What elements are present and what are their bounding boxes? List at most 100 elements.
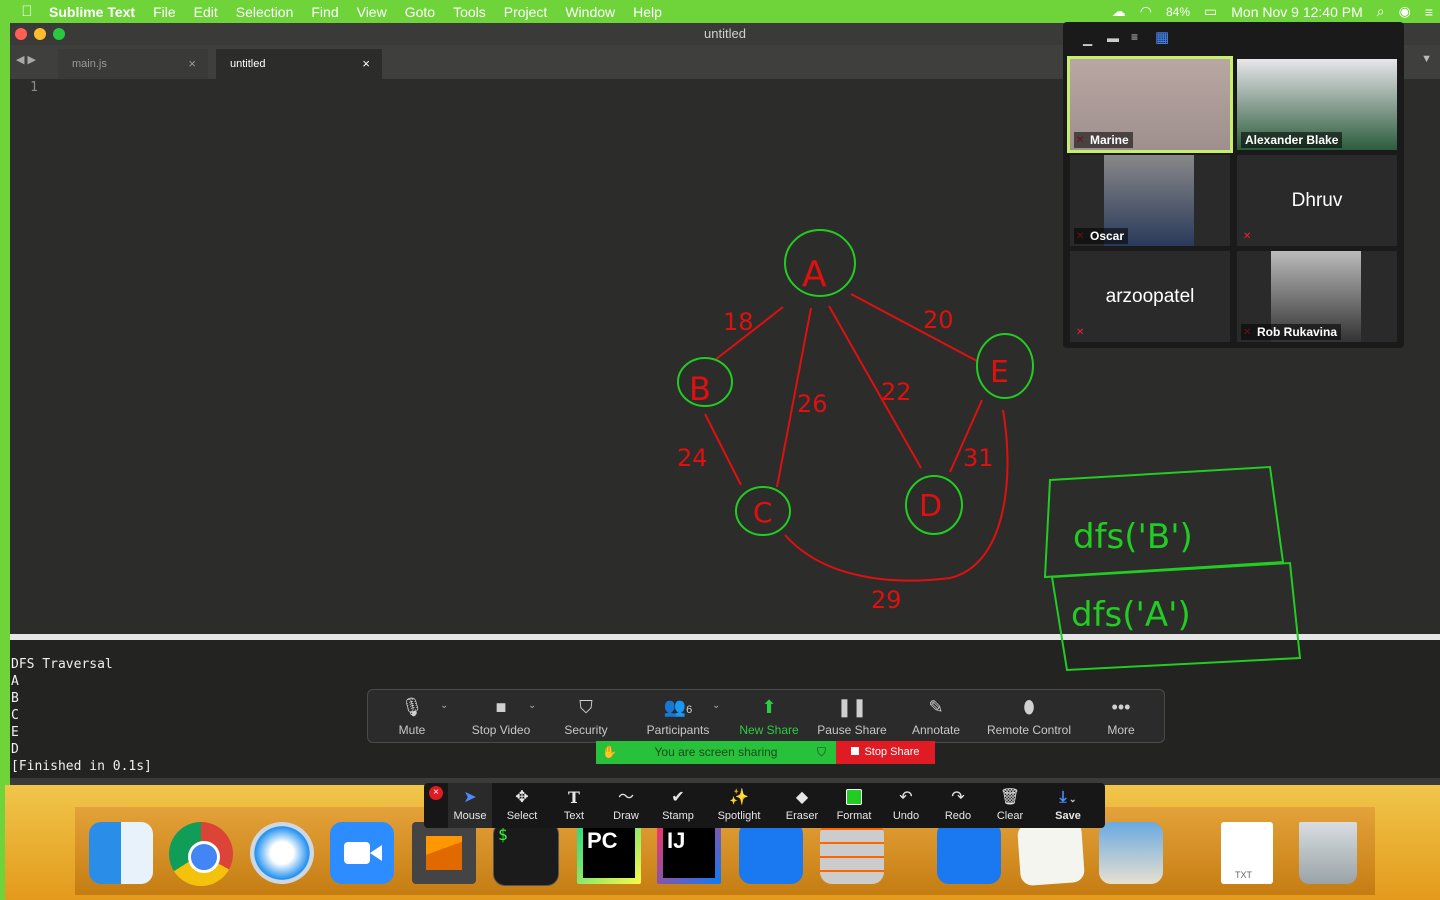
draw-tool-button[interactable]: 〜 Draw — [604, 783, 648, 828]
participant-name: Rob Rukavina — [1241, 324, 1342, 340]
sharing-status-text: You are screen sharing — [654, 745, 778, 759]
pencil-icon: ✎ — [928, 697, 944, 717]
new-share-button[interactable]: ⬆ New Share — [734, 690, 804, 742]
format-tool-button[interactable]: Format — [832, 783, 876, 828]
participants-icon: 👥6 — [663, 697, 693, 717]
weight-c-e: 29 — [871, 586, 902, 614]
stop-video-label: Stop Video — [471, 723, 531, 737]
weight-b-c: 24 — [677, 444, 708, 472]
participant-tile-dhruv[interactable]: Dhruv ✕ — [1237, 155, 1397, 246]
annotate-label: Annotate — [911, 723, 961, 737]
annotate-button[interactable]: ✎ Annotate — [906, 690, 966, 742]
stop-icon — [851, 747, 860, 755]
gallery-view-icon[interactable]: ▦ — [1155, 28, 1169, 46]
draw-tool-label: Draw — [613, 810, 639, 822]
participant-tile-marine[interactable]: ✕ Marine — [1067, 56, 1233, 153]
text-tool-button[interactable]: T Text — [552, 783, 596, 828]
color-swatch-icon — [832, 789, 876, 807]
mouse-tool-button[interactable]: ➤ Mouse — [448, 783, 492, 828]
save-label: Save — [1055, 810, 1081, 822]
cursor-icon: ➤ — [463, 789, 477, 806]
participants-button[interactable]: 👥6 Participants — [638, 690, 718, 742]
participant-name: Dhruv — [1291, 189, 1343, 211]
participant-name: Alexander Blake — [1241, 132, 1343, 148]
audio-options-chevron-icon[interactable]: ⌄ — [440, 700, 448, 711]
participant-name: arzoopatel — [1105, 285, 1195, 307]
clear-button[interactable]: 🗑 Clear — [988, 783, 1032, 828]
squiggle-icon: 〜 — [617, 789, 634, 806]
edge-a-e — [850, 293, 978, 362]
move-icon: ✥ — [515, 789, 529, 806]
undo-button[interactable]: ↶ Undo — [884, 783, 928, 828]
remote-control-label: Remote Control — [986, 723, 1072, 737]
ellipsis-icon: ••• — [1111, 697, 1131, 717]
mouse-tool-label: Mouse — [453, 810, 487, 822]
zoom-gallery-window[interactable]: ▁ ▬ ≡ ▦ ✕ Marine Alexander Blake ✕ Oscar… — [1063, 22, 1404, 348]
eraser-tool-label: Eraser — [785, 810, 819, 822]
weight-e-d: 31 — [963, 444, 994, 472]
strip-view-icon[interactable]: ≡ — [1131, 30, 1138, 44]
new-share-label: New Share — [739, 723, 799, 737]
participant-tile-rob-rukavina[interactable]: ✕ Rob Rukavina — [1237, 251, 1397, 342]
spotlight-tool-label: Spotlight — [717, 810, 761, 822]
eraser-tool-button[interactable]: ◆ Eraser — [780, 783, 824, 828]
annotation-toolbar: × ➤ Mouse ✥ Select T Text 〜 Draw ✔ Stamp… — [424, 783, 1105, 828]
mute-button[interactable]: 🎙 Mute — [382, 690, 442, 742]
magic-wand-icon: ✨ — [729, 789, 749, 806]
muted-mic-icon: ✕ — [1243, 231, 1252, 242]
text-tool-label: Text — [563, 810, 585, 822]
participants-count: 6 — [686, 704, 693, 716]
weight-a-b: 18 — [723, 308, 754, 336]
eraser-icon: ◆ — [795, 789, 809, 806]
format-tool-label: Format — [836, 810, 872, 822]
weight-a-c: 26 — [797, 390, 828, 418]
weight-a-d: 22 — [881, 378, 912, 406]
participant-tile-alexander-blake[interactable]: Alexander Blake — [1237, 59, 1397, 150]
text-icon: T — [568, 788, 580, 807]
weight-a-e: 20 — [923, 306, 954, 334]
node-d-label: D — [919, 489, 942, 524]
stamp-tool-button[interactable]: ✔ Stamp — [656, 783, 700, 828]
shield-check-icon: ⛉ — [816, 745, 826, 759]
stop-video-button[interactable]: ■ Stop Video — [466, 690, 536, 742]
node-b-label: B — [689, 370, 711, 408]
pause-icon: ❚❚ — [836, 697, 868, 717]
security-label: Security — [564, 723, 608, 737]
redo-button[interactable]: ↷ Redo — [936, 783, 980, 828]
participant-tile-arzoopatel[interactable]: arzoopatel ✕ — [1070, 251, 1230, 342]
drag-handle-icon[interactable]: ✋ — [602, 741, 617, 764]
mute-label: Mute — [398, 723, 426, 737]
speaker-view-icon[interactable]: ▬ — [1107, 31, 1119, 45]
screen-share-status-bar: ✋ You are screen sharing ⛉ Stop Share — [596, 741, 935, 764]
node-a-label: A — [802, 254, 827, 295]
more-button[interactable]: ••• More — [1098, 690, 1144, 742]
stop-share-label: Stop Share — [864, 746, 920, 758]
remote-control-button[interactable]: ⬮ Remote Control — [982, 690, 1076, 742]
pause-share-button[interactable]: ❚❚ Pause Share — [814, 690, 890, 742]
zoom-meeting-toolbar: 🎙 Mute ⌄ ■ Stop Video ⌄ ⛉ Security 👥6 Pa… — [367, 689, 1165, 743]
security-button[interactable]: ⛉ Security — [556, 690, 616, 742]
redo-icon: ↷ — [951, 789, 965, 806]
undo-icon: ↶ — [899, 789, 913, 806]
video-camera-icon: ■ — [495, 697, 507, 717]
mouse-icon: ⬮ — [1023, 697, 1035, 717]
muted-mic-icon: ✕ — [1076, 327, 1085, 338]
undo-label: Undo — [892, 810, 920, 822]
shield-icon: ⛉ — [579, 697, 593, 717]
sharing-indicator[interactable]: ✋ You are screen sharing ⛉ — [596, 741, 836, 764]
clear-label: Clear — [996, 810, 1024, 822]
stack-item-dfs-b: dfs('B') — [1073, 517, 1193, 557]
participant-tile-oscar[interactable]: ✕ Oscar — [1070, 155, 1230, 246]
stop-share-button[interactable]: Stop Share — [836, 741, 935, 764]
minimize-gallery-icon[interactable]: ▁ — [1083, 32, 1092, 46]
save-button[interactable]: ⤓ ⌄ Save — [1044, 783, 1092, 828]
checkmark-icon: ✔ — [671, 789, 685, 806]
stamp-tool-label: Stamp — [662, 810, 694, 822]
edge-c-e — [784, 409, 1009, 582]
select-tool-button[interactable]: ✥ Select — [500, 783, 544, 828]
participants-chevron-icon[interactable]: ⌄ — [712, 700, 720, 711]
node-c-label: C — [753, 496, 773, 529]
video-options-chevron-icon[interactable]: ⌄ — [528, 700, 536, 711]
close-annotation-icon[interactable]: × — [429, 786, 443, 800]
spotlight-tool-button[interactable]: ✨ Spotlight — [710, 783, 768, 828]
